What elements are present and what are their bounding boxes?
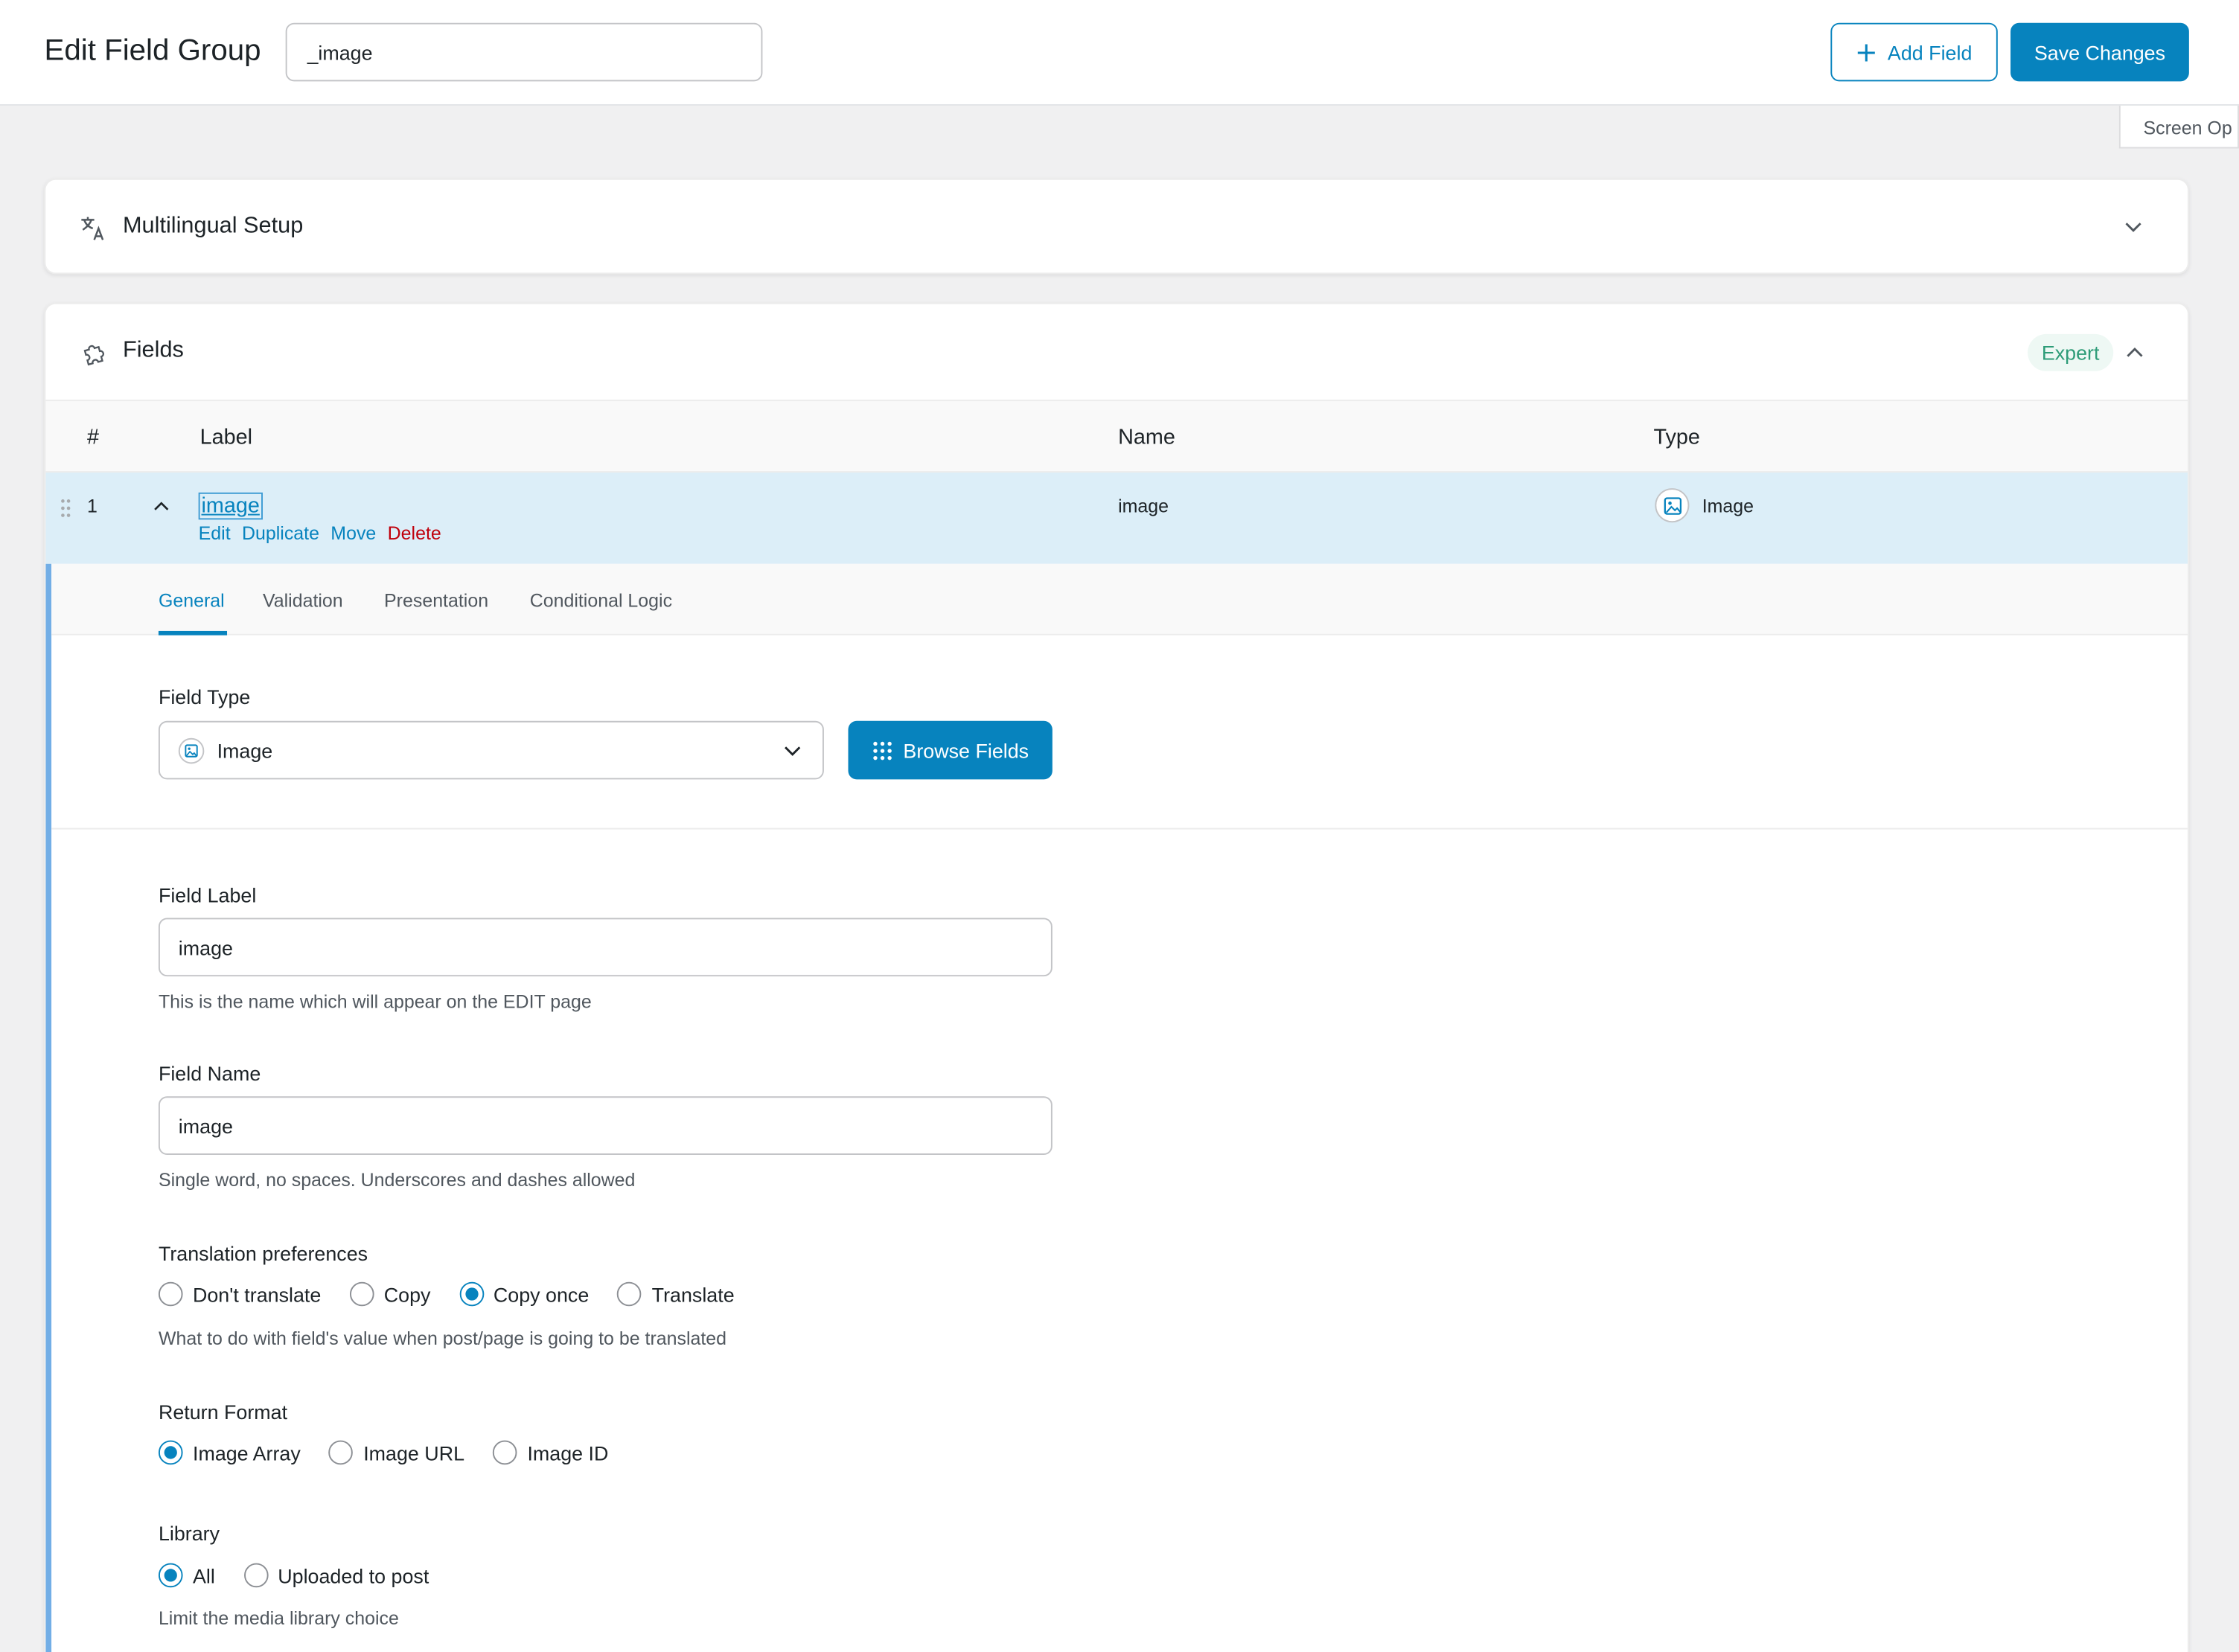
screen-options-button[interactable]: Screen Op <box>2118 105 2239 149</box>
field-name-input[interactable] <box>158 1096 1053 1155</box>
expert-badge[interactable]: Expert <box>2028 333 2114 371</box>
column-label: Label <box>199 425 252 450</box>
field-group-title-input[interactable] <box>285 22 763 82</box>
translation-preferences-help: What to do with field's value when post/… <box>158 1328 727 1349</box>
browse-fields-button[interactable]: Browse Fields <box>848 720 1053 780</box>
chevron-down-icon[interactable] <box>2124 217 2144 237</box>
column-type: Type <box>1653 425 1700 450</box>
tab-conditional-logic[interactable]: Conditional Logic <box>530 589 672 611</box>
row-number: 1 <box>87 495 98 517</box>
row-label-link[interactable]: image <box>198 492 263 520</box>
save-changes-button[interactable]: Save Changes <box>2010 22 2189 82</box>
radio-image-id[interactable]: Image ID <box>493 1440 608 1465</box>
return-format-radios: Image Array Image URL Image ID <box>158 1440 608 1465</box>
library-help: Limit the media library choice <box>158 1607 399 1629</box>
multilingual-setup-title: Multilingual Setup <box>122 214 304 239</box>
row-name: image <box>1118 495 1169 517</box>
tab-validation[interactable]: Validation <box>263 589 343 611</box>
radio-copy-once[interactable]: Copy once <box>459 1281 589 1307</box>
field-name-help: Single word, no spaces. Underscores and … <box>158 1169 636 1191</box>
browse-fields-label: Browse Fields <box>903 738 1029 762</box>
radio-all[interactable]: All <box>158 1563 215 1588</box>
active-tab-indicator <box>158 630 228 635</box>
field-type-value: Image <box>217 739 273 763</box>
radio-dont-translate[interactable]: Don't translate <box>158 1281 321 1307</box>
delete-link[interactable]: Delete <box>388 522 441 544</box>
add-field-label: Add Field <box>1887 40 1973 64</box>
edit-link[interactable]: Edit <box>199 522 231 544</box>
page-title: Edit Field Group <box>44 34 261 68</box>
grid-icon <box>872 740 891 760</box>
field-label-input[interactable] <box>158 918 1053 977</box>
column-number: # <box>87 425 100 450</box>
column-name: Name <box>1118 425 1175 450</box>
field-label-help: This is the name which will appear on th… <box>158 990 592 1013</box>
image-icon <box>1655 488 1690 523</box>
fields-table-header: # Label Name Type <box>45 400 2188 473</box>
translation-preferences-radios: Don't translate Copy Copy once Translate <box>158 1281 735 1307</box>
field-label-label: Field Label <box>158 883 257 907</box>
return-format-label: Return Format <box>158 1400 288 1424</box>
row-actions: Edit Duplicate Move Delete <box>199 522 441 544</box>
library-label: Library <box>158 1521 220 1545</box>
drag-handle-icon[interactable] <box>59 499 73 519</box>
chevron-up-icon[interactable] <box>153 499 170 516</box>
translate-icon <box>81 217 104 240</box>
field-type-select[interactable]: Image <box>158 720 824 780</box>
fields-panel: Fields Expert # Label Name Type 1 image … <box>44 302 2189 1652</box>
table-row[interactable]: 1 image Edit Duplicate Move Delete image… <box>45 472 2188 564</box>
move-link[interactable]: Move <box>330 522 376 544</box>
add-field-button[interactable]: Add Field <box>1830 22 1998 82</box>
tab-presentation[interactable]: Presentation <box>384 589 488 611</box>
tab-general[interactable]: General <box>159 589 225 611</box>
field-name-label: Field Name <box>158 1062 261 1085</box>
field-settings: General Validation Presentation Conditio… <box>45 563 2188 1652</box>
radio-image-url[interactable]: Image URL <box>329 1440 464 1465</box>
settings-tabs: General Validation Presentation Conditio… <box>51 563 2188 635</box>
duplicate-link[interactable]: Duplicate <box>242 522 319 544</box>
row-type: Image <box>1702 495 1754 517</box>
fields-title: Fields <box>122 338 184 363</box>
radio-uploaded-to-post[interactable]: Uploaded to post <box>243 1563 429 1588</box>
library-radios: All Uploaded to post <box>158 1563 429 1588</box>
divider <box>51 827 2188 830</box>
puzzle-icon <box>83 345 104 366</box>
chevron-down-icon <box>785 746 801 756</box>
multilingual-setup-panel: Multilingual Setup <box>44 178 2189 275</box>
page-header: Edit Field Group Add Field Save Changes <box>0 0 2239 106</box>
radio-translate[interactable]: Translate <box>617 1281 735 1307</box>
image-icon <box>178 737 205 764</box>
chevron-up-icon[interactable] <box>2125 342 2145 362</box>
radio-copy[interactable]: Copy <box>349 1281 430 1307</box>
radio-image-array[interactable]: Image Array <box>158 1440 301 1465</box>
field-type-label: Field Type <box>158 685 251 708</box>
plus-icon <box>1857 43 1875 61</box>
translation-preferences-label: Translation preferences <box>158 1241 368 1265</box>
